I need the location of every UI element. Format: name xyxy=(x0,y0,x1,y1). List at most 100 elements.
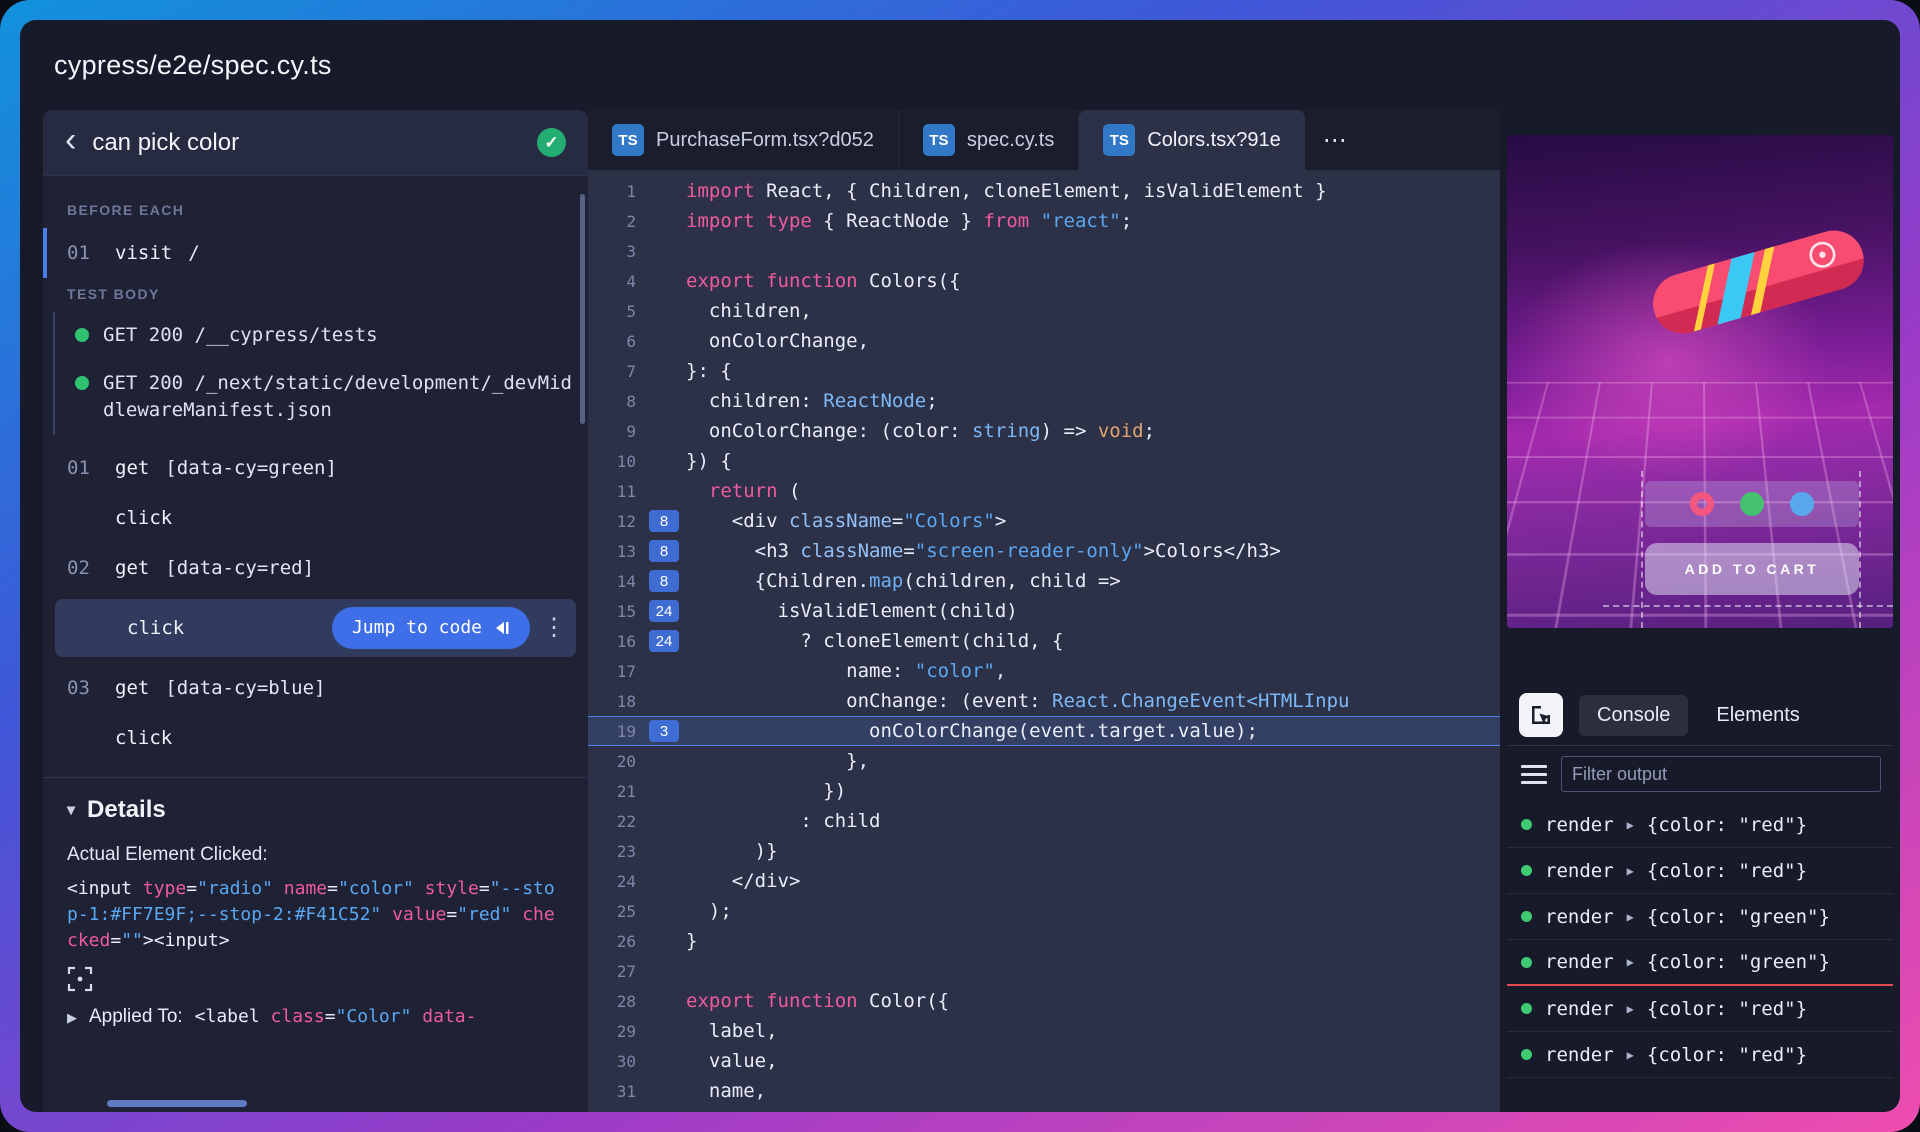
details-header[interactable]: ▾ Details xyxy=(67,796,564,824)
test-body-label: TEST BODY xyxy=(43,286,588,302)
command-number: 01 xyxy=(67,242,115,264)
coverage-badge[interactable]: 3 xyxy=(649,720,679,742)
typescript-icon: TS xyxy=(612,124,644,156)
code-line: 10}) { xyxy=(588,446,1500,476)
expand-arrow-icon[interactable]: ▶ xyxy=(1627,864,1634,878)
code-line: 9 onColorChange: (color: string) => void… xyxy=(588,416,1500,446)
command-row[interactable]: click xyxy=(43,493,588,543)
test-reporter-panel: ‹ can pick color ✓ BEFORE EACH 01visit/ … xyxy=(43,110,588,1112)
code-line: 31 name, xyxy=(588,1076,1500,1106)
code-editor-panel: TSPurchaseForm.tsx?d052TSspec.cy.tsTSCol… xyxy=(588,110,1500,1112)
devtools-tab-elements[interactable]: Elements xyxy=(1698,695,1817,736)
code-line: 193 onColorChange(event.target.value); xyxy=(588,716,1500,746)
expand-arrow-icon[interactable]: ▶ xyxy=(1627,818,1634,832)
code-line: 24 </div> xyxy=(588,866,1500,896)
coverage-badge[interactable]: 8 xyxy=(649,540,679,562)
jump-to-code-button[interactable]: Jump to code xyxy=(332,607,530,649)
command-row[interactable]: 01visit/ xyxy=(43,228,588,278)
line-number: 26 xyxy=(588,932,642,951)
editor-tab[interactable]: TSspec.cy.ts xyxy=(899,110,1079,170)
log-object: {color: "red"} xyxy=(1647,814,1807,836)
applied-to-row[interactable]: ▶ Applied To: <label class="Color" data- xyxy=(67,1006,564,1028)
reporter-scrollbar[interactable] xyxy=(580,194,585,424)
test-header: ‹ can pick color ✓ xyxy=(43,110,588,176)
before-each-label: BEFORE EACH xyxy=(43,202,588,218)
editor-tab[interactable]: TSPurchaseForm.tsx?d052 xyxy=(588,110,899,170)
console-log-row[interactable]: render▶{color: "red"} xyxy=(1507,1032,1893,1078)
jump-to-code-label: Jump to code xyxy=(352,617,482,638)
line-number: 13 xyxy=(588,542,642,561)
layout-guide-horizontal xyxy=(1603,605,1893,607)
console-log-row[interactable]: render ▶ {color: "green"} xyxy=(1507,894,1893,940)
network-route-row[interactable]: GET 200 /__cypress/tests xyxy=(59,312,588,360)
log-object: {color: "red"} xyxy=(1647,1044,1807,1066)
color-swatch[interactable] xyxy=(1690,492,1714,516)
details-horizontal-scrollbar[interactable] xyxy=(107,1100,247,1107)
details-title: Details xyxy=(87,796,166,824)
log-status-dot xyxy=(1521,865,1532,876)
editor-tab-bar: TSPurchaseForm.tsx?d052TSspec.cy.tsTSCol… xyxy=(588,110,1500,170)
log-label: render xyxy=(1545,906,1614,928)
command-row[interactable]: click Jump to code ⋮ xyxy=(55,599,576,657)
expand-arrow-icon[interactable]: ▶ xyxy=(1627,910,1634,924)
command-name: get xyxy=(115,677,149,699)
log-status-dot xyxy=(1521,1049,1532,1060)
expand-arrow-icon[interactable]: ▶ xyxy=(1627,1002,1634,1016)
log-label: render xyxy=(1545,998,1614,1020)
tabs-overflow-button[interactable]: ⋯ xyxy=(1305,110,1367,170)
line-number: 14 xyxy=(588,572,642,591)
command-number: 01 xyxy=(67,457,115,479)
coverage-badge[interactable]: 24 xyxy=(649,600,679,622)
code-line: 25 ); xyxy=(588,896,1500,926)
back-chevron-icon[interactable]: ‹ xyxy=(65,123,76,157)
coverage-badge[interactable]: 8 xyxy=(649,570,679,592)
console-log-row[interactable]: render▶{color: "green"} xyxy=(1507,940,1893,986)
command-name: get xyxy=(115,457,149,479)
console-filter-bar xyxy=(1507,746,1893,802)
coverage-badge[interactable]: 24 xyxy=(649,630,679,652)
status-ok-dot-icon xyxy=(75,376,89,390)
inspect-element-button[interactable] xyxy=(1519,693,1563,737)
command-name: get xyxy=(115,557,149,579)
code-line: 26} xyxy=(588,926,1500,956)
line-number: 29 xyxy=(588,1022,642,1041)
command-args: [data-cy=red] xyxy=(165,557,314,579)
menu-icon[interactable] xyxy=(1521,773,1547,776)
code-editor[interactable]: 1import React, { Children, cloneElement,… xyxy=(588,170,1500,1112)
add-to-cart-button[interactable]: ADD TO CART xyxy=(1645,543,1859,595)
line-number: 2 xyxy=(588,212,642,231)
app-preview: ADD TO CART xyxy=(1507,135,1893,628)
expand-arrow-icon[interactable]: ▶ xyxy=(1627,955,1634,969)
filter-output-input[interactable] xyxy=(1561,756,1881,792)
color-swatch[interactable] xyxy=(1740,492,1764,516)
expand-arrow-icon[interactable]: ▶ xyxy=(1627,1048,1634,1062)
log-object: {color: "green"} xyxy=(1647,906,1830,928)
command-menu-icon[interactable]: ⋮ xyxy=(542,613,566,642)
console-log-row[interactable]: render▶{color: "red"} xyxy=(1507,986,1893,1032)
window-frame: cypress/e2e/spec.cy.ts ‹ can pick color … xyxy=(0,0,1920,1132)
applied-to-snippet: <label class="Color" data- xyxy=(195,1006,477,1027)
command-row[interactable]: 03get[data-cy=blue] xyxy=(43,663,588,713)
console-log-row[interactable]: render▶{color: "red"} xyxy=(1507,848,1893,894)
editor-tab[interactable]: TSColors.tsx?91e xyxy=(1079,110,1304,170)
crosshair-icon[interactable] xyxy=(67,966,564,998)
log-status-dot xyxy=(1521,819,1532,830)
command-row[interactable]: 01get[data-cy=green] xyxy=(43,443,588,493)
command-name: click xyxy=(127,617,184,639)
coverage-badge[interactable]: 8 xyxy=(649,510,679,532)
devtools-tab-console[interactable]: Console xyxy=(1579,695,1688,736)
command-name: visit xyxy=(115,242,172,264)
color-swatch[interactable] xyxy=(1790,492,1814,516)
console-log-row[interactable]: render▶{color: "red"} xyxy=(1507,802,1893,848)
line-number: 24 xyxy=(588,872,642,891)
code-line: 11 return ( xyxy=(588,476,1500,506)
code-line: 8 children: ReactNode; xyxy=(588,386,1500,416)
caret-down-icon: ▾ xyxy=(67,800,75,820)
line-number: 25 xyxy=(588,902,642,921)
line-number: 12 xyxy=(588,512,642,531)
command-row[interactable]: 02get[data-cy=red] xyxy=(43,543,588,593)
code-line: 3 xyxy=(588,236,1500,266)
command-row[interactable]: click xyxy=(43,713,588,763)
route-text: GET 200 /__cypress/tests xyxy=(103,322,378,350)
network-route-row[interactable]: GET 200 /_next/static/development/_devMi… xyxy=(59,360,588,435)
